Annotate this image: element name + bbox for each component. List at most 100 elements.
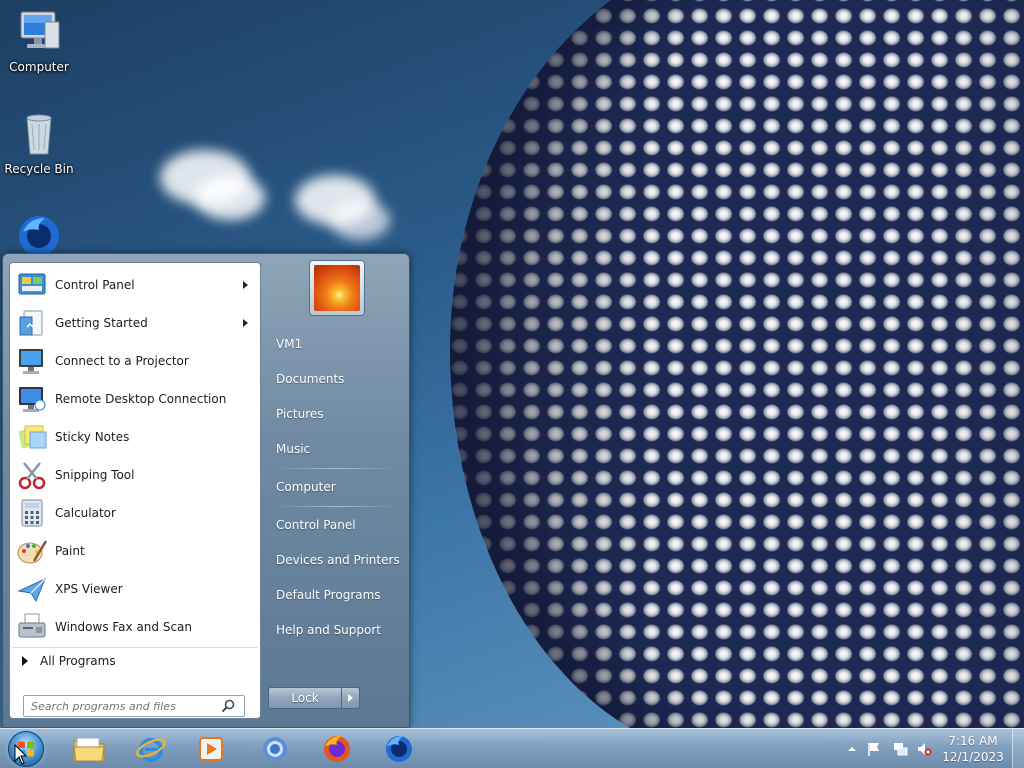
program-snipping-tool[interactable]: Snipping Tool: [12, 457, 258, 493]
internet-explorer-icon: [136, 738, 166, 762]
chevron-up-icon: [848, 747, 856, 751]
computer-icon: [15, 8, 63, 56]
mouse-cursor-icon: [14, 744, 28, 765]
start-right-computer[interactable]: Computer: [269, 472, 405, 502]
flag-icon: [868, 743, 879, 756]
all-programs-label: All Programs: [40, 653, 116, 668]
program-sticky-notes[interactable]: Sticky Notes: [12, 419, 258, 455]
wallpaper-building: [450, 0, 1024, 728]
all-programs-button[interactable]: All Programs: [12, 647, 258, 673]
program-label: Snipping Tool: [55, 468, 135, 482]
firefox-developer-icon: [386, 736, 412, 762]
search-icon[interactable]: [220, 698, 236, 714]
program-label: Calculator: [55, 506, 116, 520]
program-label: Getting Started: [55, 316, 148, 330]
search-input[interactable]: [24, 699, 220, 713]
taskbar-file-explorer[interactable]: [66, 732, 112, 766]
program-label: Paint: [55, 544, 85, 558]
program-label: Remote Desktop Connection: [55, 392, 227, 406]
start-menu-programs-pane: Control Panel Getting Started Connect to…: [9, 262, 261, 719]
right-item-label: Default Programs: [276, 588, 381, 602]
start-right-devices-printers[interactable]: Devices and Printers: [269, 545, 405, 575]
lock-button-group: Lock: [268, 687, 360, 709]
desktop-icon-label: Computer: [9, 60, 69, 74]
start-right-help-support[interactable]: Help and Support: [269, 615, 405, 645]
program-control-panel[interactable]: Control Panel: [12, 267, 258, 303]
program-paint[interactable]: Paint: [12, 533, 258, 569]
chrome-icon: [263, 737, 287, 761]
desktop-icon-recycle-bin[interactable]: Recycle Bin: [1, 110, 77, 176]
network-icon[interactable]: [892, 741, 908, 757]
action-center-icon[interactable]: [866, 741, 882, 757]
speaker-muted-icon: [918, 743, 932, 756]
calculator-icon: [16, 497, 48, 529]
submenu-arrow-icon: [243, 319, 248, 327]
taskbar-chrome[interactable]: [252, 732, 298, 766]
taskbar-firefox-developer[interactable]: [376, 732, 422, 766]
lock-button[interactable]: Lock: [268, 687, 342, 709]
user-picture[interactable]: [309, 260, 365, 316]
cloud: [330, 200, 390, 240]
remote-desktop-icon: [16, 383, 48, 415]
program-calculator[interactable]: Calculator: [12, 495, 258, 531]
right-separator: [275, 506, 399, 507]
right-item-label: Pictures: [276, 407, 324, 421]
clock-time: 7:16 AM: [948, 734, 998, 748]
program-remote-desktop[interactable]: Remote Desktop Connection: [12, 381, 258, 417]
start-right-default-programs[interactable]: Default Programs: [269, 580, 405, 610]
user-avatar-flower: [314, 265, 360, 311]
taskbar-firefox[interactable]: [314, 732, 360, 766]
volume-icon[interactable]: [916, 741, 932, 757]
paint-icon: [16, 535, 48, 567]
right-item-label: Music: [276, 442, 311, 456]
chevron-right-icon: [348, 694, 353, 702]
firefox-icon: [324, 736, 350, 762]
program-xps-viewer[interactable]: XPS Viewer: [12, 571, 258, 607]
fax-scan-icon: [16, 611, 48, 643]
start-right-pictures[interactable]: Pictures: [269, 399, 405, 429]
program-getting-started[interactable]: Getting Started: [12, 305, 258, 341]
program-connect-to-projector[interactable]: Connect to a Projector: [12, 343, 258, 379]
sticky-notes-icon: [16, 421, 48, 453]
start-right-user-folder[interactable]: VM1: [269, 329, 405, 359]
xps-viewer-icon: [16, 573, 48, 605]
snipping-tool-icon: [16, 459, 48, 491]
projector-icon: [16, 345, 48, 377]
clock-date: 12/1/2023: [942, 750, 1004, 764]
program-label: Windows Fax and Scan: [55, 620, 193, 634]
desktop-icon-computer[interactable]: Computer: [1, 8, 77, 74]
shutdown-options-button[interactable]: [342, 687, 360, 709]
show-desktop-button[interactable]: [1012, 729, 1024, 768]
right-item-label: Devices and Printers: [276, 553, 400, 567]
right-item-label: Documents: [276, 372, 345, 386]
taskbar-internet-explorer[interactable]: [128, 732, 174, 766]
program-label: Sticky Notes: [55, 430, 130, 444]
control-panel-icon: [16, 269, 48, 301]
all-programs-arrow-icon: [22, 655, 28, 666]
right-item-label: VM1: [276, 337, 303, 351]
start-right-documents[interactable]: Documents: [269, 364, 405, 394]
program-label: Control Panel: [55, 278, 135, 292]
program-fax-scan[interactable]: Windows Fax and Scan: [12, 609, 258, 645]
file-explorer-icon: [73, 737, 105, 762]
right-item-label: Control Panel: [276, 518, 356, 532]
system-clock[interactable]: 7:16 AM 12/1/2023: [942, 733, 1004, 765]
cloud: [195, 175, 265, 220]
start-right-music[interactable]: Music: [269, 434, 405, 464]
right-item-label: Help and Support: [276, 623, 381, 637]
show-hidden-icons-button[interactable]: [844, 741, 860, 757]
getting-started-icon: [16, 307, 48, 339]
start-menu: Control Panel Getting Started Connect to…: [2, 253, 410, 728]
right-separator: [275, 468, 399, 469]
recycle-bin-icon: [15, 110, 63, 158]
media-player-icon: [199, 737, 223, 761]
program-label: Connect to a Projector: [55, 354, 189, 368]
program-label: XPS Viewer: [55, 582, 123, 596]
desktop-icon-label: Recycle Bin: [4, 162, 74, 176]
network-monitor-icon: [894, 743, 908, 756]
submenu-arrow-icon: [243, 281, 248, 289]
start-right-control-panel[interactable]: Control Panel: [269, 510, 405, 540]
right-item-label: Computer: [276, 480, 336, 494]
taskbar-media-player[interactable]: [188, 732, 234, 766]
search-box[interactable]: [23, 695, 245, 717]
